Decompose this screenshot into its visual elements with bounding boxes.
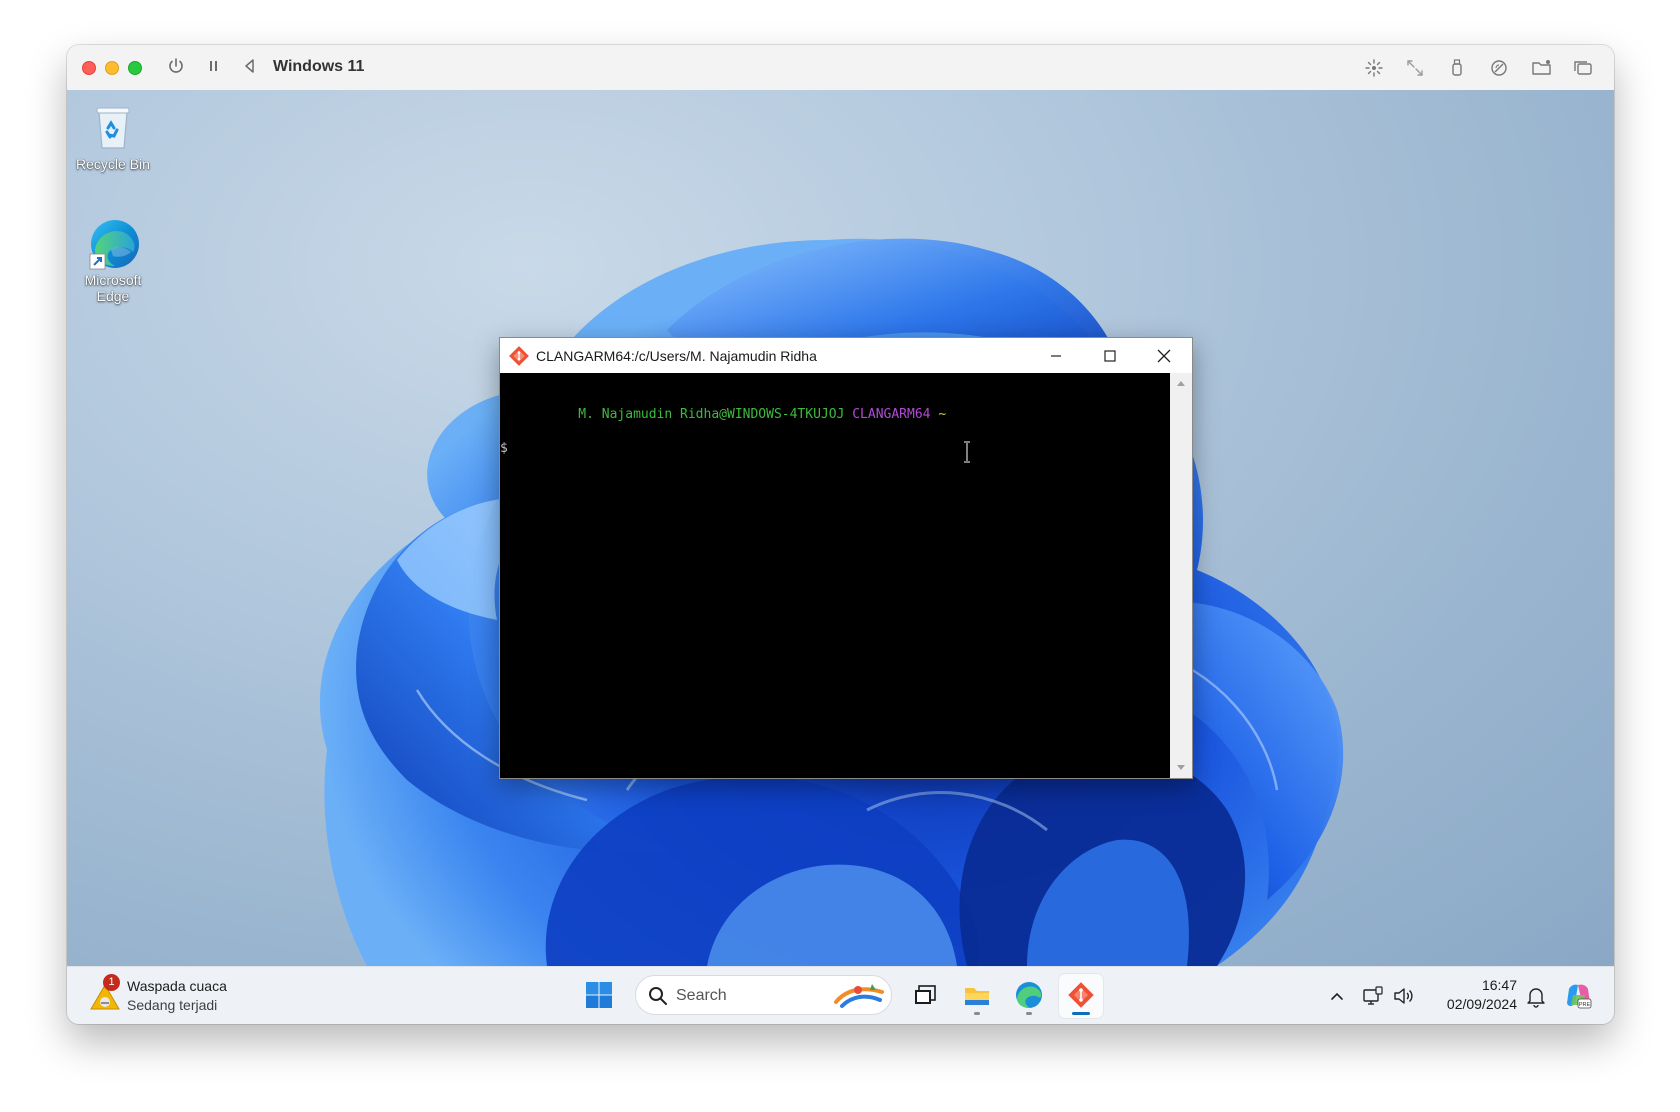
git-bash-icon: [509, 346, 529, 366]
clock-time[interactable]: 16:47: [1437, 977, 1517, 993]
recycle-bin-icon: [87, 100, 139, 152]
windows-logo-icon: [586, 982, 612, 1008]
active-indicator: [1072, 1012, 1090, 1015]
svg-text:PRE: PRE: [1579, 1002, 1591, 1008]
show-hidden-icons-button[interactable]: [1327, 986, 1347, 1006]
terminal-output[interactable]: M. Najamudin Ridha@WINDOWS-4TKUJOJ CLANG…: [500, 373, 1170, 778]
scroll-up-icon: [1177, 381, 1185, 386]
prompt-env: CLANGARM64: [852, 407, 931, 422]
brightness-icon[interactable]: [1363, 57, 1387, 79]
prompt-user: M. Najamudin Ridha@WINDOWS-4TKUJOJ: [578, 407, 845, 422]
shared-folder-icon[interactable]: [1530, 57, 1554, 79]
running-indicator: [974, 1012, 980, 1015]
resize-icon[interactable]: [1404, 57, 1428, 79]
weather-widget[interactable]: 1 Waspada cuaca Sedang terjadi: [87, 974, 287, 1017]
vm-title: Windows 11: [273, 58, 365, 75]
terminal-window[interactable]: CLANGARM64:/c/Users/M. Najamudin Ridha M…: [499, 337, 1193, 779]
close-traffic-light[interactable]: [82, 61, 96, 75]
close-icon: [1157, 349, 1171, 363]
desktop-icon-label: Recycle Bin: [76, 156, 150, 172]
maximize-button[interactable]: [1083, 338, 1137, 373]
taskbar-edge[interactable]: [1007, 974, 1051, 1018]
minimize-traffic-light[interactable]: [105, 61, 119, 75]
prompt-line: M. Najamudin Ridha@WINDOWS-4TKUJOJ CLANG…: [500, 389, 1170, 440]
taskbar-file-explorer[interactable]: [955, 974, 999, 1018]
terminal-title: CLANGARM64:/c/Users/M. Najamudin Ridha: [536, 348, 817, 364]
start-button[interactable]: [585, 981, 613, 1009]
desktop-icon-edge[interactable]: Microsoft Edge: [70, 216, 156, 304]
text-cursor-icon: [962, 441, 972, 463]
task-view-icon: [915, 985, 936, 1004]
search-highlight-icon: [834, 984, 884, 1008]
copilot-icon[interactable]: PRE: [1563, 981, 1593, 1011]
zoom-traffic-light[interactable]: [128, 61, 142, 75]
taskbar-search[interactable]: Search: [635, 975, 892, 1015]
minimize-icon: [1051, 355, 1061, 357]
scroll-down-icon: [1177, 765, 1185, 770]
chevron-up-icon: [1331, 992, 1343, 1000]
taskbar-task-view[interactable]: [903, 974, 947, 1018]
terminal-titlebar[interactable]: CLANGARM64:/c/Users/M. Najamudin Ridha: [500, 338, 1192, 373]
back-icon[interactable]: [239, 57, 261, 79]
weather-subtitle: Sedang terjadi: [127, 997, 218, 1013]
taskbar-git-bash[interactable]: [1059, 974, 1103, 1018]
vm-titlebar: Windows 11: [67, 45, 1614, 91]
weather-badge: 1: [103, 974, 120, 991]
network-icon[interactable]: [1488, 57, 1512, 79]
prompt-symbol: $: [500, 441, 508, 456]
clock-date[interactable]: 02/09/2024: [1432, 996, 1517, 1012]
window-icon[interactable]: [1572, 57, 1596, 79]
close-button[interactable]: [1137, 338, 1191, 373]
prompt-path: ~: [938, 407, 947, 422]
edge-icon: [87, 216, 139, 270]
minimize-button[interactable]: [1029, 338, 1083, 373]
search-placeholder: Search: [676, 987, 727, 1004]
network-status-icon[interactable]: [1361, 984, 1385, 1008]
weather-title: Waspada cuaca: [127, 978, 227, 994]
power-icon[interactable]: [165, 57, 187, 79]
vm-window: Windows 11 Recycle Bin Microsoft Edge CL…: [67, 45, 1614, 1024]
taskbar: 1 Waspada cuaca Sedang terjadi Search 16…: [67, 966, 1614, 1024]
maximize-icon: [1104, 350, 1116, 362]
usb-icon[interactable]: [1446, 57, 1470, 79]
desktop[interactable]: Recycle Bin Microsoft Edge CLANGARM64:/c…: [67, 90, 1614, 966]
desktop-icon-label: Microsoft Edge: [84, 272, 142, 304]
running-indicator: [1026, 1012, 1032, 1015]
desktop-icon-recycle-bin[interactable]: Recycle Bin: [70, 100, 156, 172]
volume-icon[interactable]: [1391, 984, 1415, 1008]
terminal-scrollbar[interactable]: [1170, 373, 1192, 778]
notifications-icon[interactable]: [1525, 984, 1547, 1008]
search-icon: [649, 987, 667, 1005]
pause-icon[interactable]: [203, 57, 225, 79]
